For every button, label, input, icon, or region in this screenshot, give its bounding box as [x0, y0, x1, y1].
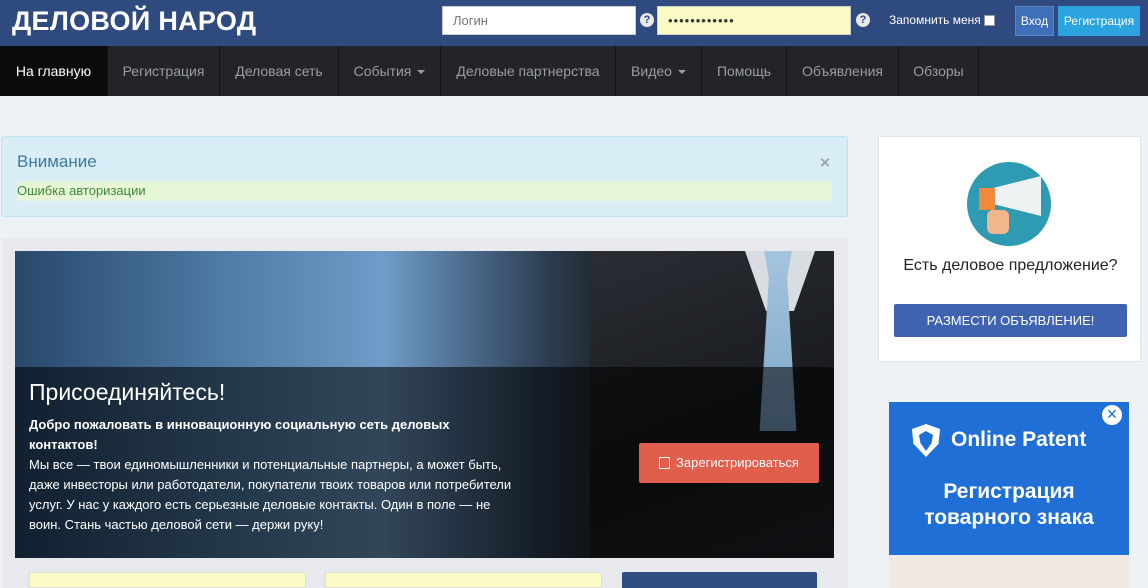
main-nav: На главную Регистрация Деловая сеть Собы…	[0, 46, 1148, 96]
login-button[interactable]: Вход	[1015, 6, 1054, 36]
register-button[interactable]: Регистрация	[1058, 6, 1140, 36]
nav-item-registration[interactable]: Регистрация	[108, 46, 220, 96]
site-logo[interactable]: ДЕЛОВОЙ НАРОД	[12, 6, 256, 37]
hero-welcome: Добро пожаловать в инновационную социаль…	[29, 417, 450, 452]
login-input[interactable]	[442, 6, 636, 35]
remember-me-checkbox[interactable]	[984, 15, 995, 26]
nav-item-video[interactable]: Видео	[616, 46, 702, 96]
offer-card: Есть деловое предложение? РАЗМЕСТИ ОБЪЯВ…	[878, 136, 1141, 362]
chevron-down-icon	[677, 70, 686, 75]
post-ad-button[interactable]: РАЗМЕСТИ ОБЪЯВЛЕНИЕ!	[894, 304, 1127, 337]
nav-item-events[interactable]: События	[339, 46, 441, 96]
nav-item-partnerships[interactable]: Деловые партнерства	[441, 46, 616, 96]
online-patent-ad[interactable]: ✕ Online Patent Регистрация товарного зн…	[889, 402, 1129, 588]
megaphone-icon	[967, 162, 1051, 246]
hero-register-button[interactable]: Зарегистрироваться	[639, 443, 819, 483]
form-submit-button[interactable]	[622, 572, 817, 588]
password-input[interactable]	[657, 6, 851, 35]
alert-message: Ошибка авторизации	[17, 181, 832, 201]
form-input-1[interactable]	[29, 572, 306, 588]
hero-title: Присоединяйтесь!	[29, 379, 226, 405]
hero-banner: Присоединяйтесь! Добро пожаловать в инно…	[15, 251, 834, 558]
password-help-icon[interactable]: ?	[856, 13, 870, 27]
hero-description: Мы все — твои единомышленники и потенциа…	[29, 457, 512, 532]
nav-item-home[interactable]: На главную	[0, 46, 108, 96]
offer-question: Есть деловое предложение?	[903, 257, 1118, 274]
nav-item-business-network[interactable]: Деловая сеть	[220, 46, 339, 96]
top-bar: ДЕЛОВОЙ НАРОД ? ? Запомнить меня Вход Ре…	[0, 0, 1148, 46]
login-help-icon[interactable]: ?	[640, 13, 654, 27]
nav-item-ads[interactable]: Объявления	[787, 46, 899, 96]
close-icon[interactable]: ✕	[1102, 405, 1122, 425]
close-icon[interactable]: ×	[820, 153, 830, 173]
nav-item-help[interactable]: Помощь	[702, 46, 787, 96]
auth-alert: Внимание × Ошибка авторизации	[1, 136, 848, 217]
chevron-down-icon	[417, 70, 426, 75]
remember-me-label: Запомнить меня	[889, 13, 981, 27]
alert-title: Внимание	[17, 152, 97, 171]
ad-text: Регистрация товарного знака	[924, 480, 1094, 529]
ad-image	[889, 555, 1129, 588]
ad-brand: Online Patent	[951, 428, 1087, 451]
form-input-2[interactable]	[325, 572, 602, 588]
nav-item-reviews[interactable]: Обзоры	[899, 46, 979, 96]
clipboard-check-icon	[659, 457, 671, 469]
